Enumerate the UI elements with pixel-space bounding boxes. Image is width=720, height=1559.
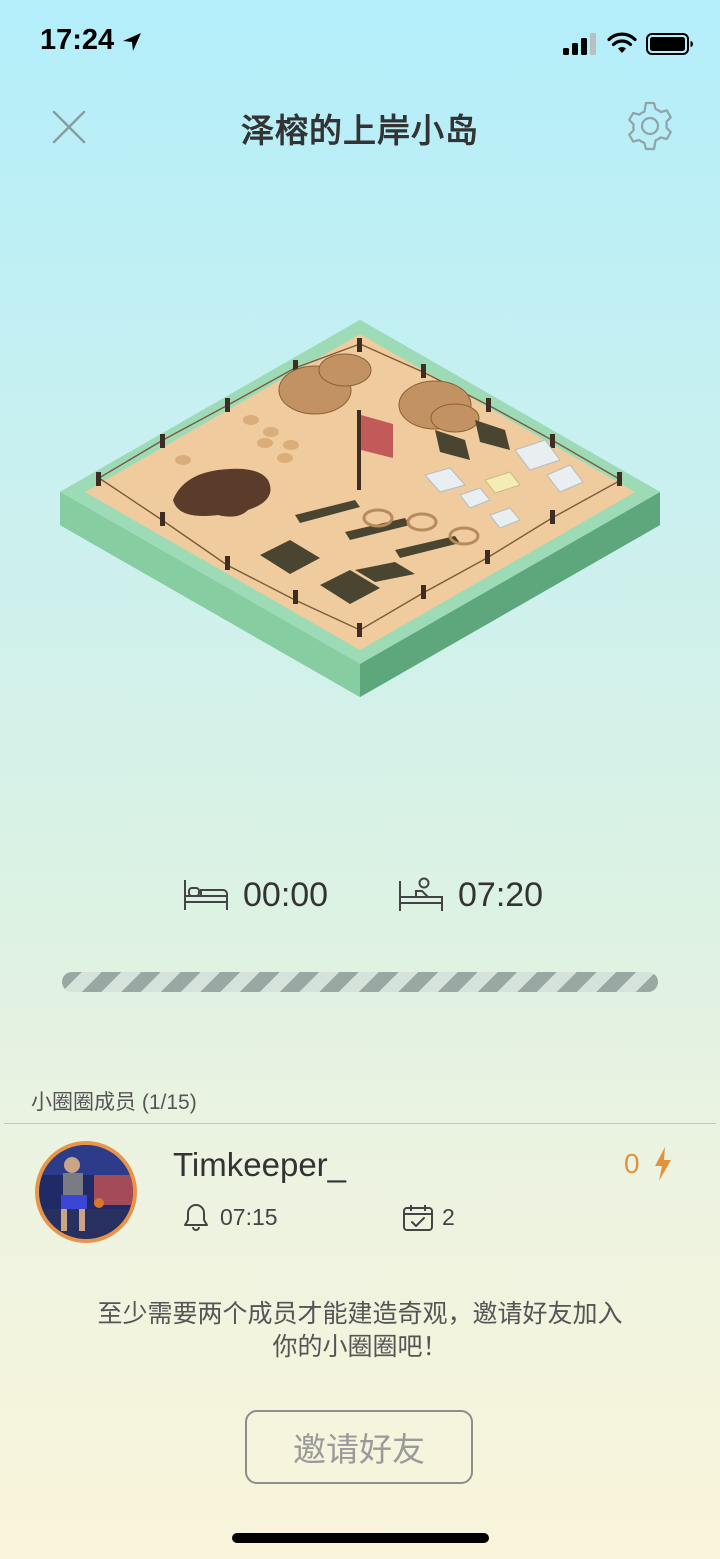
bed-icon (184, 880, 228, 910)
bedtime-value: 00:00 (243, 875, 329, 914)
wake-time-value: 07:20 (458, 875, 544, 914)
home-indicator[interactable] (232, 1533, 489, 1543)
member-alarm-time: 07:15 (220, 1204, 278, 1230)
wifi-icon (607, 32, 637, 53)
signal-icon (563, 33, 596, 55)
member-name: Timkeeper_ (173, 1146, 347, 1183)
avatar-photo (39, 1145, 133, 1239)
battery-icon (646, 33, 693, 55)
member-row[interactable]: Timkeeper_ 0 07:15 2 (0, 1124, 720, 1254)
calendar-check-icon (403, 1205, 433, 1231)
location-arrow-icon (123, 33, 141, 51)
lightning-icon (655, 1147, 671, 1181)
island-illustration[interactable] (55, 300, 665, 720)
invite-notice-line1: 至少需要两个成员才能建造奇观，邀请好友加入 (97, 1300, 623, 1328)
gear-icon[interactable] (624, 100, 676, 152)
wake-up-icon (399, 877, 443, 911)
member-score: 0 (624, 1148, 640, 1179)
invite-friends-button[interactable]: 邀请好友 (245, 1410, 473, 1484)
members-section-title: 小圈圈成员 (1/15) (31, 1091, 197, 1114)
page-title: 泽榕的上岸小岛 (241, 112, 479, 149)
invite-notice-line2: 你的小圈圈吧！ (272, 1333, 448, 1361)
wake-time-block[interactable]: 07:20 (398, 870, 543, 920)
bell-icon (184, 1204, 208, 1231)
member-days: 2 (442, 1204, 455, 1230)
bedtime-block[interactable]: 00:00 (183, 870, 328, 920)
status-time: 17:24 (40, 24, 115, 56)
avatar[interactable] (35, 1141, 137, 1243)
progress-bar (62, 972, 658, 992)
invite-notice: 至少需要两个成员才能建造奇观，邀请好友加入 你的小圈圈吧！ (0, 1298, 720, 1364)
